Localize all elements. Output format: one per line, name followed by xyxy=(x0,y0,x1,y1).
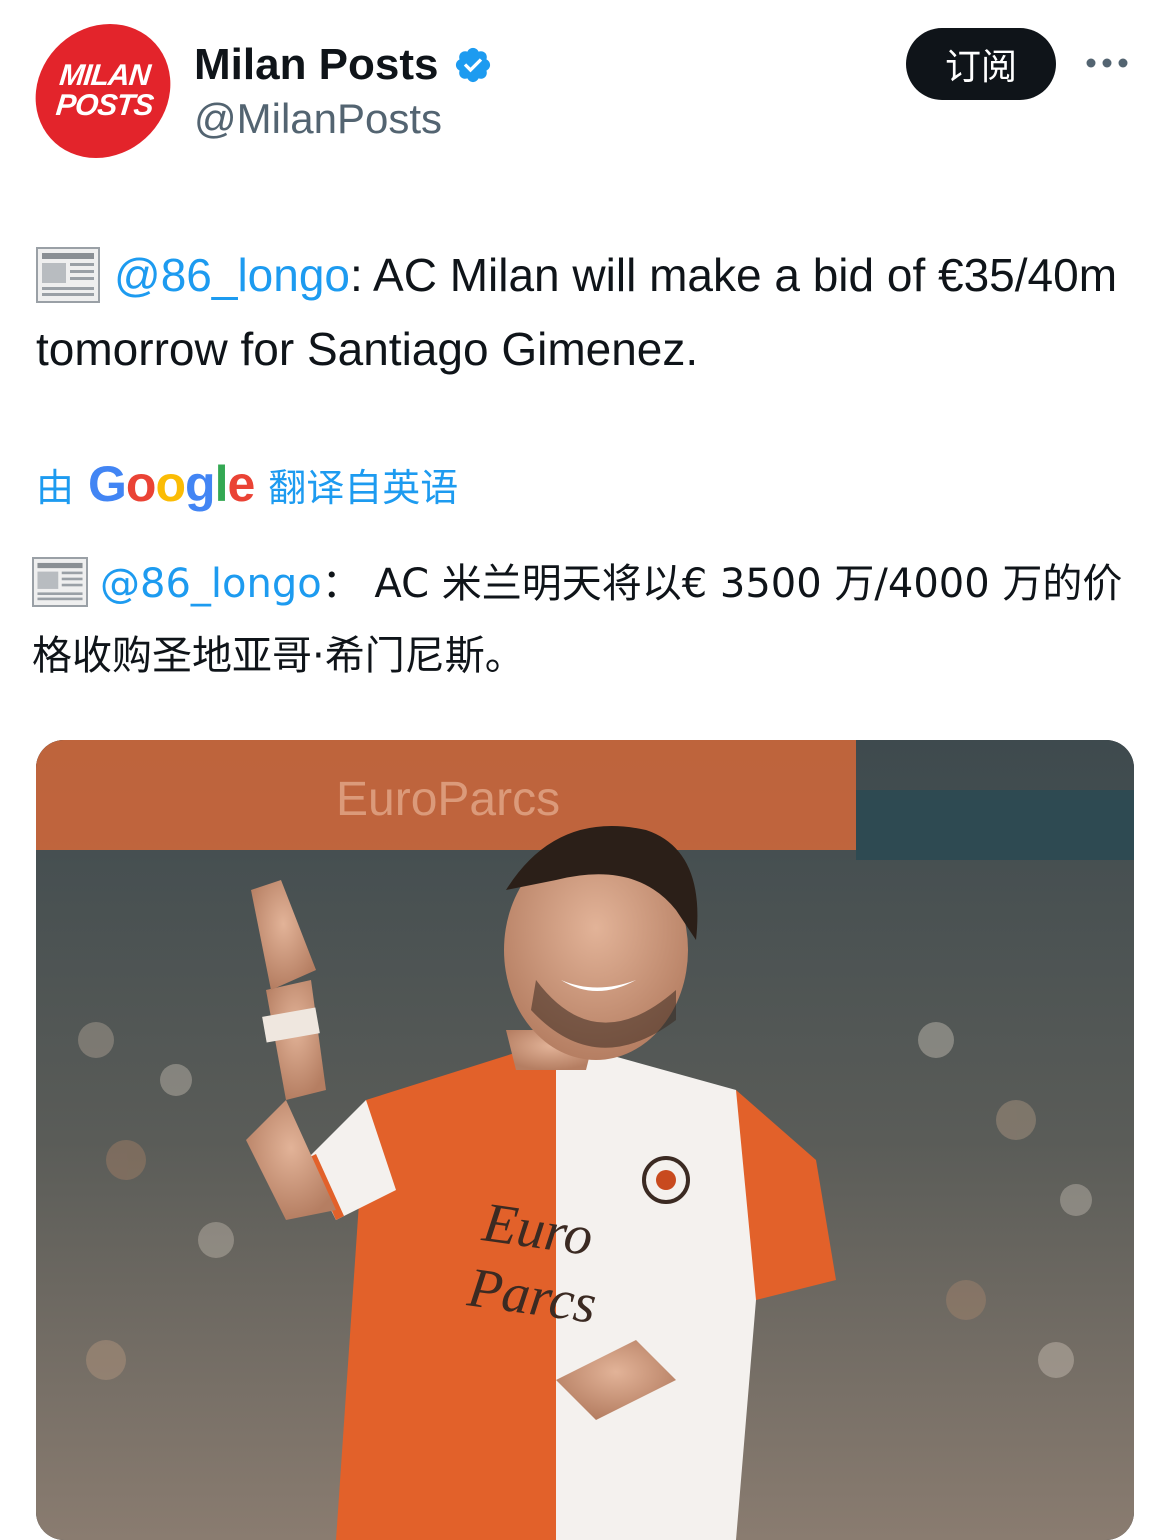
newspaper-icon xyxy=(32,557,88,607)
translate-suffix: 翻译自英语 xyxy=(268,465,459,510)
user-handle[interactable]: @MilanPosts xyxy=(194,95,442,143)
avatar[interactable]: MILAN POSTS xyxy=(28,24,178,158)
avatar-text-line1: MILAN xyxy=(57,59,152,92)
name-row: Milan Posts xyxy=(194,38,493,92)
subscribe-button[interactable]: 订阅 xyxy=(906,28,1056,100)
newspaper-icon xyxy=(36,246,100,303)
footballer-celebration-image: EuroParcs Euro Parcs xyxy=(36,740,1134,1540)
tweet-text-original: @86_longo: AC Milan will make a bid of €… xyxy=(36,238,1136,386)
verified-badge-icon xyxy=(455,47,490,83)
mention-link[interactable]: @86_longo xyxy=(100,561,322,607)
banner-text: EuroParcs xyxy=(336,773,560,826)
translated-by-google[interactable]: 由 Google 翻译自英语 xyxy=(36,454,458,514)
avatar-text-line2: POSTS xyxy=(54,89,155,122)
tweet-text-translated: @86_longo： AC 米兰明天将以€ 3500 万/4000 万的价格收购… xyxy=(32,548,1142,692)
tweet-photo[interactable]: EuroParcs Euro Parcs xyxy=(36,740,1134,1540)
display-name[interactable]: Milan Posts xyxy=(194,40,439,90)
more-dots-icon[interactable] xyxy=(1084,48,1130,78)
translate-prefix: 由 xyxy=(36,465,75,510)
mention-link[interactable]: @86_longo xyxy=(114,249,350,301)
google-logo: Google xyxy=(88,456,255,512)
